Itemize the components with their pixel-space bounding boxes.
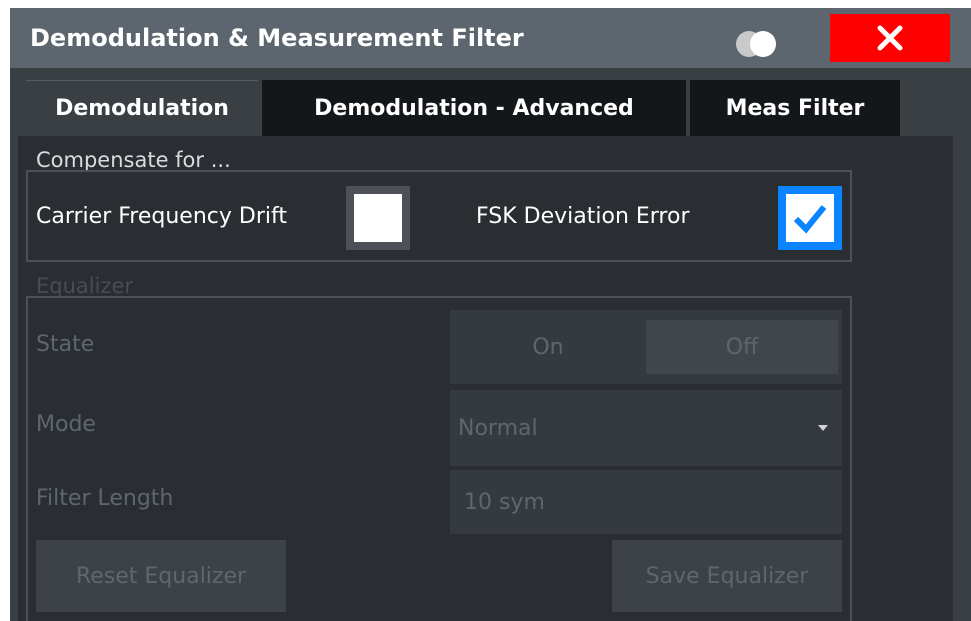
title-bar: Demodulation & Measurement Filter [10,8,971,68]
close-button[interactable] [830,14,950,62]
tab-demodulation[interactable]: Demodulation [26,80,258,136]
mode-label: Mode [36,412,96,437]
checkmark-icon [793,205,827,234]
state-label: State [36,332,95,357]
state-toggle[interactable]: On Off [450,310,842,384]
mode-dropdown[interactable]: Normal [450,390,842,466]
carrier-drift-checkbox[interactable] [346,186,410,250]
state-off-option[interactable]: Off [646,320,838,374]
state-on-option[interactable]: On [450,310,646,384]
fsk-deviation-checkbox[interactable] [778,186,842,250]
equalizer-heading: Equalizer [36,274,134,298]
display-toggle-icon[interactable] [736,31,776,57]
dialog-title: Demodulation & Measurement Filter [30,24,524,52]
filter-length-input[interactable]: 10 sym [450,470,842,534]
tab-strip: Demodulation Demodulation - Advanced Mea… [10,68,971,136]
chevron-down-icon [818,425,828,431]
dialog-window: Demodulation & Measurement Filter Demodu… [10,8,971,621]
mode-value: Normal [458,415,538,441]
compensate-heading: Compensate for ... [36,148,231,172]
close-icon [877,25,903,51]
checkbox-box [354,194,402,242]
tab-content: Compensate for ... Carrier Frequency Dri… [10,136,971,621]
save-equalizer-button[interactable]: Save Equalizer [612,540,842,612]
filter-length-label: Filter Length [36,486,174,511]
tab-meas-filter[interactable]: Meas Filter [690,80,900,136]
tab-demodulation-advanced[interactable]: Demodulation - Advanced [262,80,686,136]
checkbox-box [786,194,834,242]
reset-equalizer-button[interactable]: Reset Equalizer [36,540,286,612]
content-panel: Compensate for ... Carrier Frequency Dri… [18,136,953,621]
equalizer-group: State On Off Mode Normal Filter Length 1… [26,296,852,621]
compensate-group: Carrier Frequency Drift FSK Deviation Er… [26,170,852,262]
fsk-deviation-label: FSK Deviation Error [476,204,690,229]
carrier-drift-label: Carrier Frequency Drift [36,204,287,229]
